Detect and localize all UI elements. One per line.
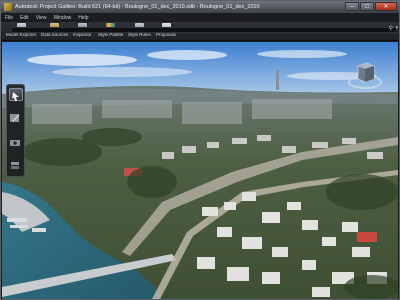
menu-bar: File Edit View Window Help (1, 13, 399, 22)
camera-icon (10, 140, 20, 146)
select-tool-button[interactable] (9, 88, 23, 101)
edit-tool-button[interactable] (9, 111, 23, 124)
menu-file[interactable]: File (5, 15, 13, 21)
view-cube-icon (348, 62, 382, 89)
maximize-button[interactable]: □ (360, 2, 374, 11)
layers-icon (11, 162, 19, 169)
layers-tool-button[interactable] (9, 158, 23, 171)
chevron-down-icon[interactable]: ▾ (395, 25, 398, 31)
edit-icon (10, 114, 20, 122)
search-input[interactable] (11, 27, 397, 33)
navigation-toolbar (6, 84, 25, 177)
search-icon[interactable]: ⚲ (389, 25, 393, 32)
window-title: Autodesk Project Galileo: Build 621 (64-… (15, 4, 260, 10)
aerial-city-scene (2, 42, 398, 299)
menu-help[interactable]: Help (78, 15, 88, 21)
view-cube[interactable] (347, 60, 383, 92)
camera-tool-button[interactable] (9, 135, 23, 148)
menu-view[interactable]: View (36, 15, 47, 21)
window-controls: – □ ✕ (345, 2, 397, 11)
select-icon (12, 92, 19, 101)
menu-window[interactable]: Window (53, 15, 71, 21)
title-bar: Autodesk Project Galileo: Build 621 (64-… (1, 1, 399, 13)
application-window: Autodesk Project Galileo: Build 621 (64-… (0, 0, 400, 300)
app-icon (4, 3, 12, 11)
menu-edit[interactable]: Edit (20, 15, 29, 21)
close-button[interactable]: ✕ (375, 2, 397, 11)
3d-viewport[interactable] (2, 42, 398, 299)
minimize-button[interactable]: – (345, 2, 359, 11)
